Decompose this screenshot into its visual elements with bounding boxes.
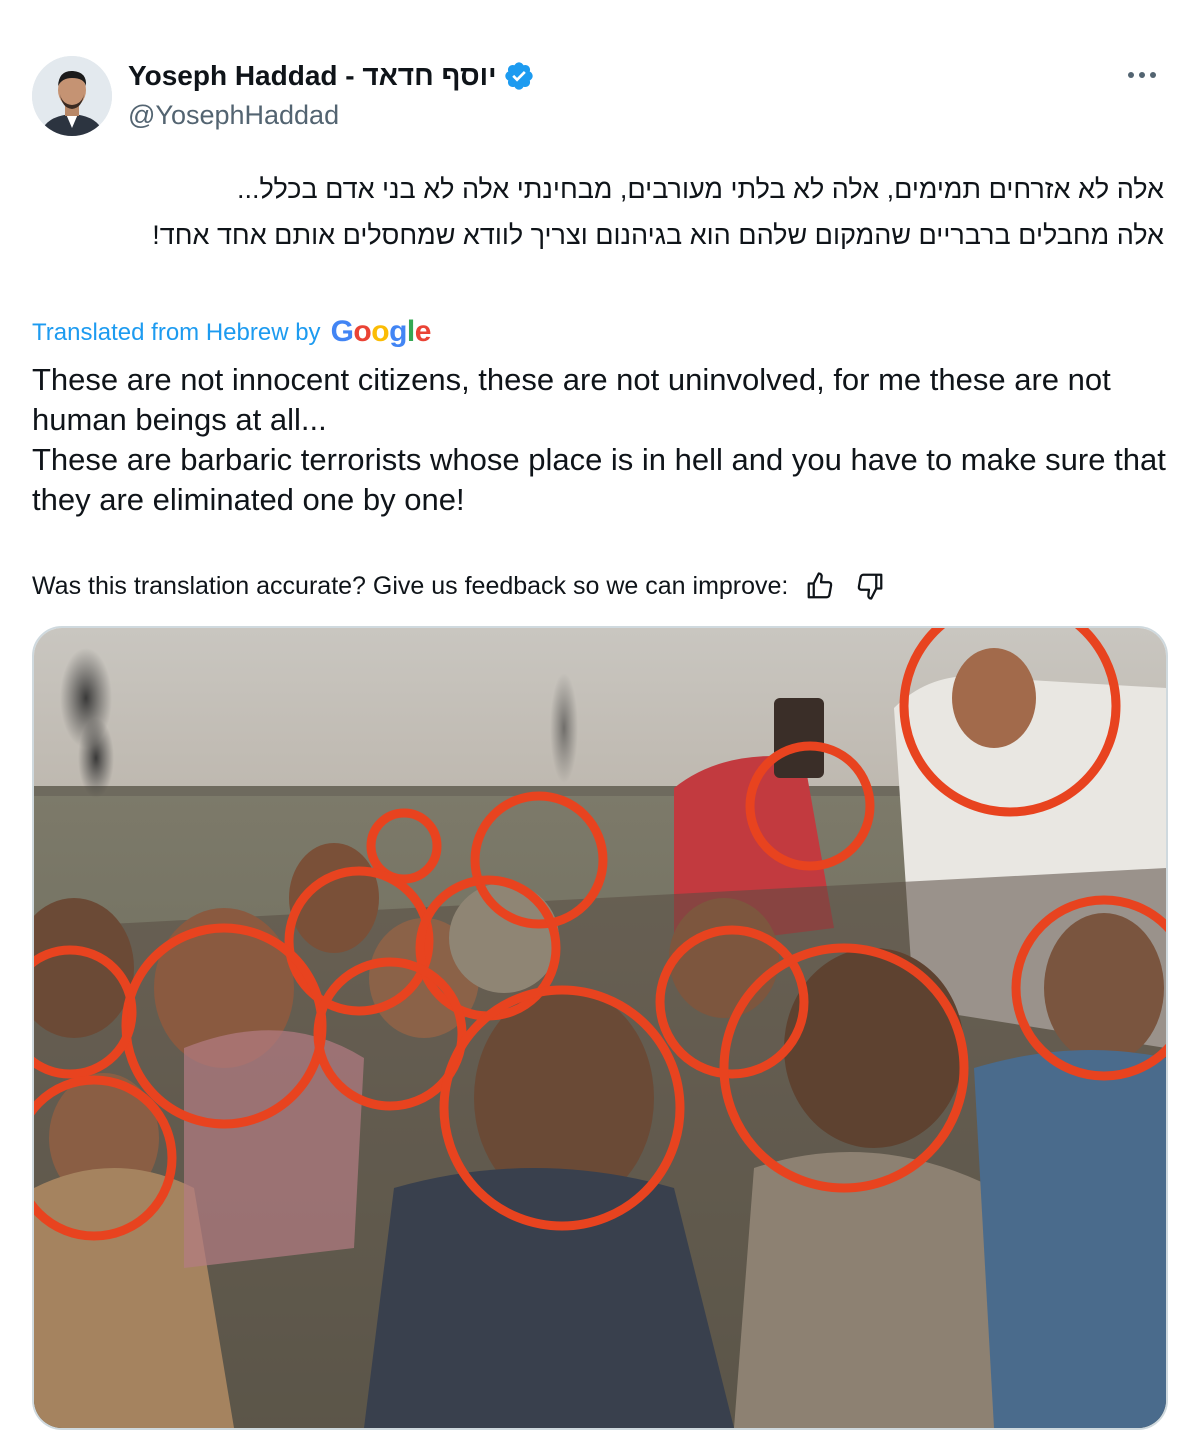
tweet: יוסף חדאד - Yoseph Haddad @YosephHaddad … [0, 0, 1188, 1430]
translated-text-line-2: These are barbaric terrorists whose plac… [32, 442, 1166, 517]
post-original-text: אלה לא אזרחים תמימים, אלה לא בלתי מעורבי… [152, 174, 1164, 250]
author-handle[interactable]: @YosephHaddad [128, 100, 339, 131]
post-translated-text: These are not innocent citizens, these a… [32, 360, 1172, 520]
thumbs-down-button[interactable] [852, 568, 888, 604]
post-media-photo[interactable] [32, 626, 1168, 1430]
crowd-photo [34, 628, 1166, 1428]
more-options-icon [1128, 72, 1156, 78]
more-options-button[interactable] [1122, 60, 1162, 90]
avatar-image [32, 56, 112, 136]
feedback-prompt: Was this translation accurate? Give us f… [32, 571, 789, 600]
translated-from-link[interactable]: Translated from Hebrew by [32, 319, 321, 347]
author-name-row: יוסף חדאד - Yoseph Haddad [128, 58, 535, 94]
verified-badge-icon[interactable] [503, 60, 535, 92]
thumbs-down-icon [858, 573, 883, 600]
thumbs-up-icon [808, 572, 833, 599]
translation-attribution: Translated from Hebrew by Google [32, 315, 432, 350]
translated-text-line-1: These are not innocent citizens, these a… [32, 362, 1111, 437]
author-display-name[interactable]: יוסף חדאד - Yoseph Haddad [128, 60, 497, 92]
google-logo: Google [330, 315, 432, 348]
translation-feedback: Was this translation accurate? Give us f… [32, 566, 888, 606]
avatar[interactable] [32, 56, 112, 136]
thumbs-up-button[interactable] [802, 568, 838, 604]
